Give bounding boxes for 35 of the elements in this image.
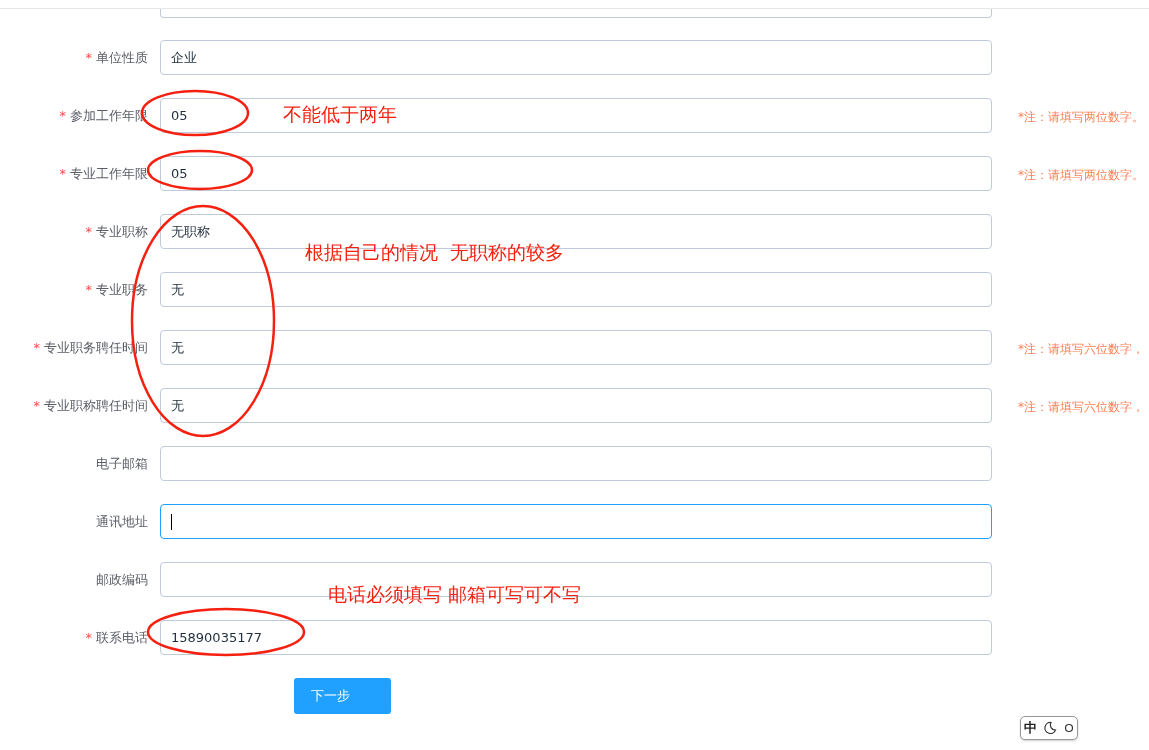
input-field[interactable]: 05 — [160, 156, 992, 191]
required-mark: * — [33, 340, 40, 355]
input-field[interactable]: 无 — [160, 330, 992, 365]
field-label: 单位性质 — [96, 48, 148, 67]
required-mark: * — [59, 166, 66, 181]
annotation-text: 电话必须填写 邮箱可写可不写 — [328, 582, 582, 607]
ime-toolbar[interactable]: 中 — [1020, 716, 1078, 740]
field-label: 电子邮箱 — [96, 454, 148, 473]
circle-icon[interactable] — [1063, 723, 1074, 733]
field-label: 邮政编码 — [96, 570, 148, 589]
required-mark: * — [85, 630, 92, 645]
field-label: 通讯地址 — [96, 512, 148, 531]
input-field[interactable] — [160, 446, 992, 481]
ime-mode-label[interactable]: 中 — [1024, 719, 1038, 737]
input-field[interactable]: 无 — [160, 272, 992, 307]
input-field[interactable] — [160, 504, 992, 539]
input-field[interactable]: 15890035177 — [160, 620, 992, 655]
field-label: 联系电话 — [96, 628, 148, 647]
required-mark: * — [85, 50, 92, 65]
required-mark: * — [85, 224, 92, 239]
hint-text: *注：请填写六位数字， — [1018, 341, 1144, 356]
hint-text: *注：请填写两位数字。 — [1018, 167, 1144, 182]
field-label: 专业工作年限 — [70, 164, 148, 183]
input-field[interactable] — [160, 9, 992, 18]
hint-text: *注：请填写六位数字， — [1018, 399, 1144, 414]
required-mark: * — [59, 108, 66, 123]
field-label: 专业职称 — [96, 222, 148, 241]
required-mark: * — [33, 398, 40, 413]
annotation-text: 不能低于两年 — [283, 102, 397, 127]
input-field[interactable]: 企业 — [160, 40, 992, 75]
required-mark: * — [85, 282, 92, 297]
moon-icon[interactable] — [1043, 721, 1058, 735]
field-label: 专业职称聘任时间 — [44, 396, 148, 415]
hint-text: *注：请填写两位数字。 — [1018, 109, 1144, 124]
input-field[interactable]: 无 — [160, 388, 992, 423]
